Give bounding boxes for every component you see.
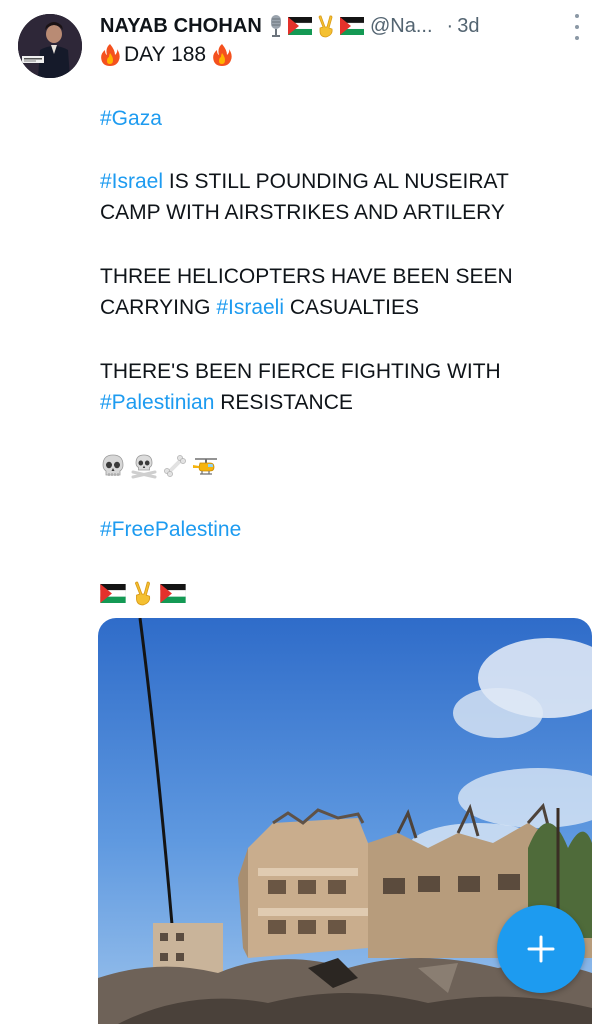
display-name[interactable]: NAYAB CHOHAN [100,15,262,38]
avatar[interactable] [18,14,82,78]
palestine-flag-icon [287,17,312,35]
para1-line1: #Israel IS STILL POUNDING AL NUSEIRAT [100,167,509,197]
separator-dot: · [446,14,454,37]
para3-line2: #Palestinian RESISTANCE [100,388,353,418]
hashtag-line-free-palestine: #FreePalestine [100,515,241,545]
hashtag-gaza[interactable]: #Gaza [100,107,162,130]
day-text: DAY 188 [124,43,207,66]
skull-crossbones-icon [131,454,157,479]
day-line: DAY 188 [100,40,232,70]
tweet[interactable]: NAYAB CHOHAN @Na... · 3d DAY 188 #Gaza #… [0,0,611,1024]
palestine-flag-icon [160,583,186,603]
palestine-flag-icon [339,17,364,35]
para1-line2: CAMP WITH AIRSTRIKES AND ARTILERY [100,198,505,228]
para2-line2-prefix: CARRYING [100,296,217,319]
para2-line2: CARRYING #Israeli CASUALTIES [100,293,419,323]
microphone-icon [270,15,281,37]
emoji-row-2 [100,580,186,606]
para3-line1: THERE'S BEEN FIERCE FIGHTING WITH [100,357,501,387]
victory-hand-icon [134,581,151,606]
timestamp[interactable]: 3d [457,15,479,38]
hashtag-line-gaza: #Gaza [100,104,162,134]
more-options-icon[interactable] [571,14,583,40]
palestine-flag-icon [100,583,126,603]
hashtag-free-palestine[interactable]: #FreePalestine [100,518,241,541]
handle[interactable]: @Na... [370,15,433,38]
para1-line1-text: IS STILL POUNDING AL NUSEIRAT [163,170,509,193]
para3-line1-text: THERE'S BEEN FIERCE FIGHTING WITH [100,360,501,383]
para2-line2-suffix: CASUALTIES [284,296,419,319]
para3-line2-suffix: RESISTANCE [214,391,353,414]
compose-button[interactable] [497,905,585,993]
hashtag-israel[interactable]: #Israel [100,170,163,193]
fire-icon [101,44,120,67]
skull-icon [102,454,124,476]
plus-icon [527,935,555,963]
fire-icon [213,44,232,67]
para2-line1-text: THREE HELICOPTERS HAVE BEEN SEEN [100,265,513,288]
hashtag-israeli[interactable]: #Israeli [216,296,284,319]
bone-icon [164,455,186,477]
para1-line2-text: CAMP WITH AIRSTRIKES AND ARTILERY [100,201,505,224]
emoji-row-1 [100,453,222,479]
helicopter-icon [193,458,217,475]
para2-line1: THREE HELICOPTERS HAVE BEEN SEEN [100,262,513,292]
victory-hand-icon [318,15,333,38]
hashtag-palestinian[interactable]: #Palestinian [100,391,214,414]
name-emojis [268,14,364,38]
tweet-header: NAYAB CHOHAN @Na... · 3d [100,9,479,43]
